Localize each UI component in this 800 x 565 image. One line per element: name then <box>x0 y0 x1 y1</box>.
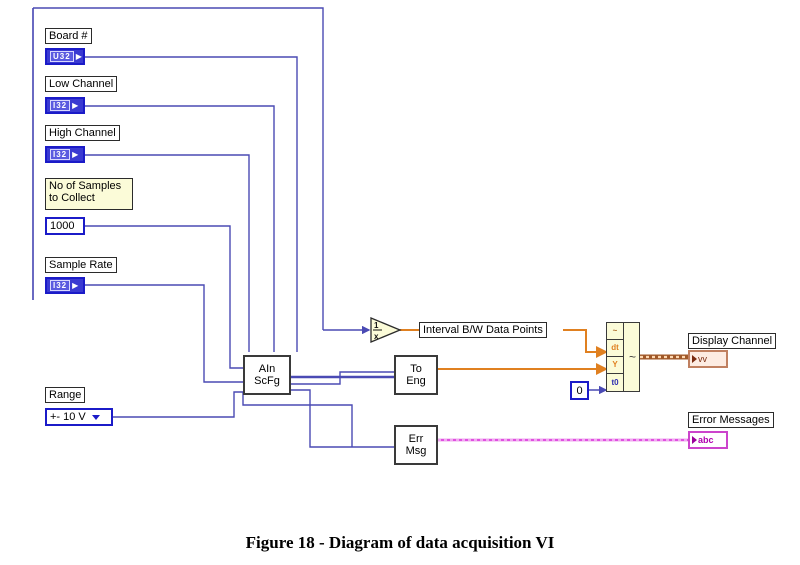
node-ai-line2: ScFg <box>254 375 280 387</box>
node-ai-sample-channels[interactable]: AIn ScFg <box>243 355 291 395</box>
control-label-board-number: Board # <box>45 28 92 44</box>
terminal-arrow-icon: ▶ <box>72 280 79 290</box>
control-terminal-board-number[interactable]: U32 ▶ <box>45 48 85 65</box>
terminal-type-i32: I32 <box>50 280 71 291</box>
svg-text:x: x <box>374 332 379 341</box>
indicator-label-display-channel: Display Channel <box>688 333 777 349</box>
build-waveform-terminal-waveform[interactable]: ~ <box>607 323 624 340</box>
indicator-arrow-icon <box>692 355 697 363</box>
control-label-range: Range <box>45 387 86 403</box>
build-waveform-terminal-y[interactable]: Y <box>607 357 624 374</box>
indicator-terminal-error-messages[interactable]: abc <box>688 431 728 449</box>
constant-t0-value: 0 <box>576 384 583 397</box>
terminal-arrow-icon: ▶ <box>75 51 82 61</box>
indicator-arrow-icon <box>692 436 697 444</box>
figure-caption: Figure 18 - Diagram of data acquisition … <box>245 533 555 552</box>
control-label-high-channel: High Channel <box>45 125 120 141</box>
terminal-type-i32: I32 <box>50 100 71 111</box>
block-diagram-wires <box>32 7 688 448</box>
build-waveform-terminal-t0[interactable]: t0 <box>607 374 624 391</box>
node-build-waveform[interactable]: ~ dt Y t0 ~ <box>606 322 640 392</box>
control-label-no-of-samples: No of Samples to Collect <box>45 178 133 210</box>
indicator-terminal-display-channel[interactable]: vv <box>688 350 728 368</box>
string-glyph-icon: abc <box>698 435 714 445</box>
terminal-arrow-icon: ▶ <box>72 100 79 110</box>
indicator-label-error-messages: Error Messages <box>688 412 774 428</box>
control-label-low-channel: Low Channel <box>45 76 118 92</box>
build-waveform-output-icon: ~ <box>628 350 636 364</box>
build-waveform-terminals: ~ dt Y t0 <box>607 323 624 391</box>
build-waveform-terminal-dt[interactable]: dt <box>607 340 624 357</box>
no-of-samples-value: 1000 <box>50 220 75 232</box>
control-terminal-high-channel[interactable]: I32 ▶ <box>45 146 85 163</box>
control-terminal-range[interactable]: +- 10 V <box>45 408 113 426</box>
control-terminal-no-of-samples[interactable]: 1000 <box>45 217 85 235</box>
control-label-sample-rate: Sample Rate <box>45 257 117 273</box>
node-ai-line1: AIn <box>258 363 276 375</box>
node-reciprocal[interactable]: 1 x <box>368 316 402 344</box>
waveform-glyph-icon: vv <box>698 354 707 364</box>
node-to-engineering-units[interactable]: To Eng <box>394 355 438 395</box>
wire-label-interval-between-data-points: Interval B/W Data Points <box>419 322 547 338</box>
range-value: +- 10 V <box>50 411 86 423</box>
control-terminal-sample-rate[interactable]: I32 ▶ <box>45 277 85 294</box>
chevron-down-icon[interactable] <box>91 414 100 420</box>
node-errmsg-line1: Err <box>408 433 424 445</box>
node-error-message[interactable]: Err Msg <box>394 425 438 465</box>
node-toeng-line2: Eng <box>406 375 426 387</box>
terminal-arrow-icon: ▶ <box>72 149 79 159</box>
svg-text:1: 1 <box>374 321 379 330</box>
node-toeng-line1: To <box>410 363 422 375</box>
terminal-type-i32: I32 <box>50 149 71 160</box>
control-terminal-low-channel[interactable]: I32 ▶ <box>45 97 85 114</box>
constant-t0-zero[interactable]: 0 <box>570 381 589 400</box>
node-errmsg-line2: Msg <box>405 445 427 457</box>
terminal-type-u32: U32 <box>50 51 74 62</box>
